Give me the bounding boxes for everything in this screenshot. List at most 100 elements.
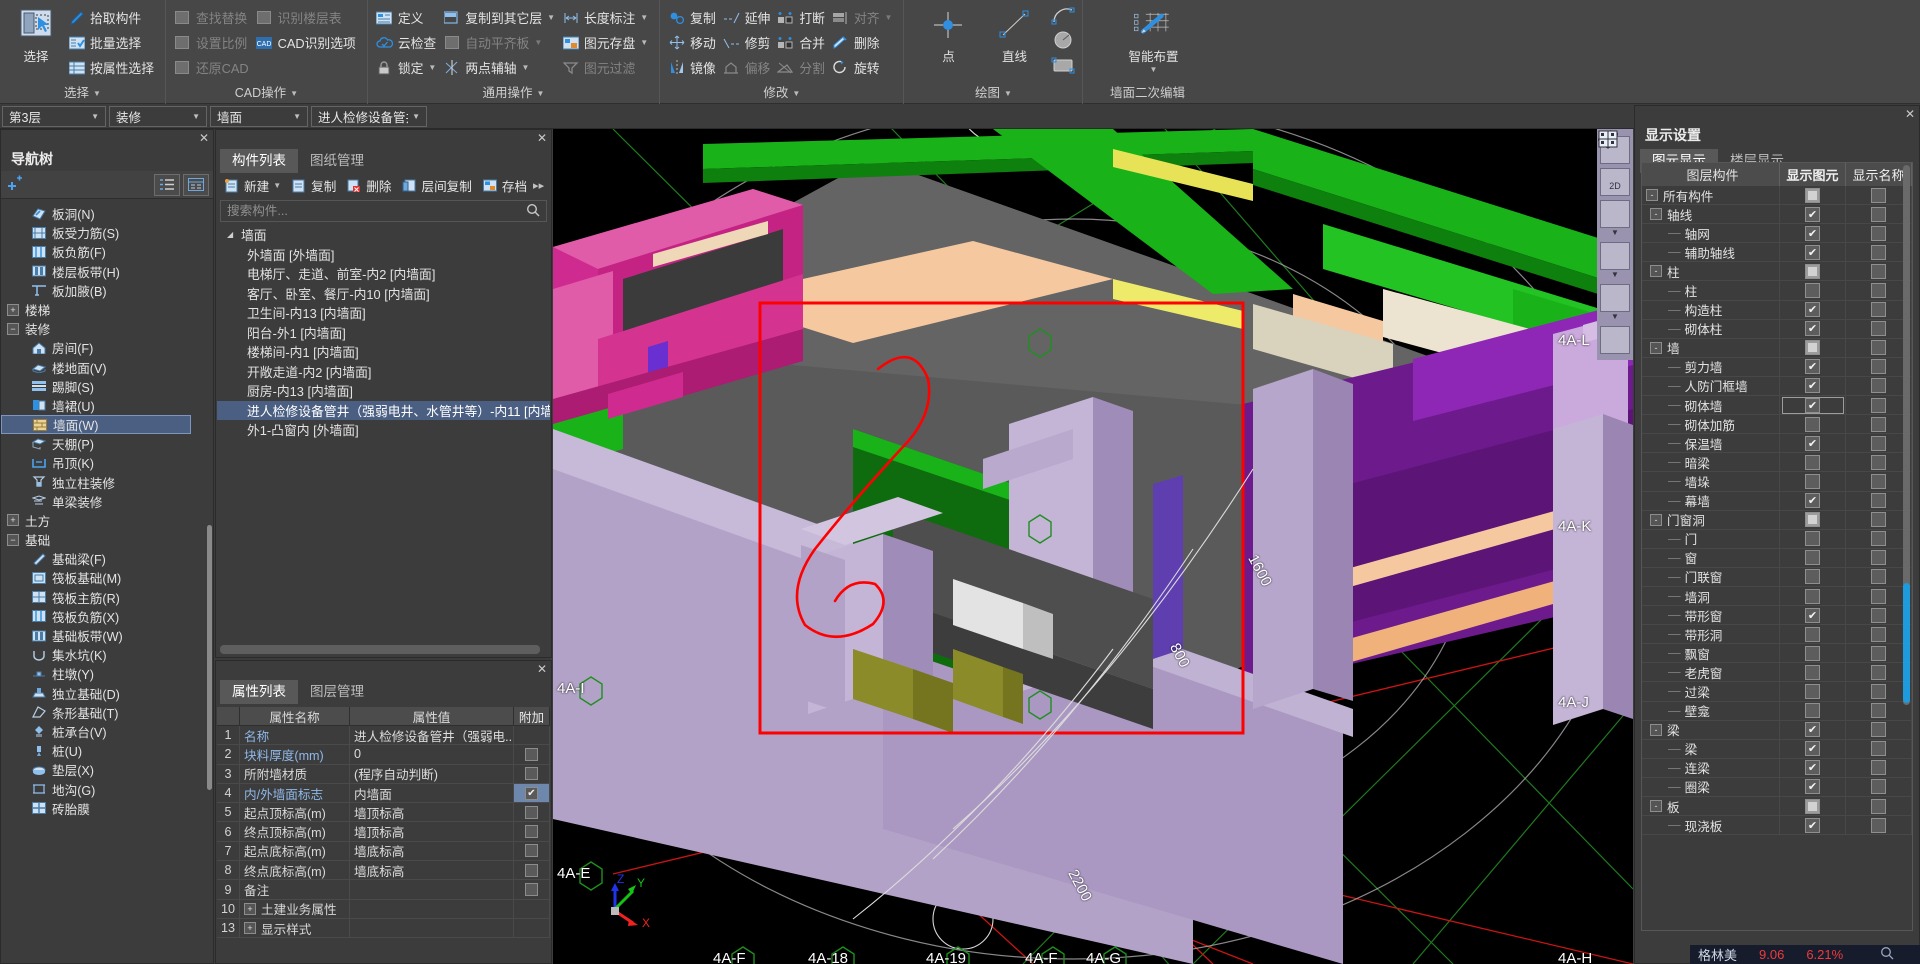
checkbox-unchecked[interactable] — [1871, 664, 1886, 680]
show-name-cell[interactable] — [1846, 758, 1912, 777]
model-viewport-3d[interactable]: Z Y X 4A-L 4A-K 4A-J 4A-H 4A-I 4A-E 4A-F… — [553, 129, 1633, 964]
delete-item[interactable]: 删除 — [830, 30, 898, 55]
navtree-items[interactable]: 板洞(N) 板受力筋(S) 板负筋(F) 楼层板带(H) 板加腋(B) + 楼梯 … — [1, 204, 213, 963]
attach-checkbox-checked[interactable]: ✔ — [525, 786, 538, 800]
attach-checkbox[interactable] — [525, 767, 538, 781]
expander-icon[interactable]: ◢ — [227, 230, 237, 239]
checkbox-unchecked[interactable] — [1805, 588, 1820, 604]
attach-checkbox[interactable] — [525, 805, 538, 819]
checkbox-checked[interactable]: ✔ — [1805, 779, 1820, 795]
list-item[interactable]: 外墙面 [外墙面] — [217, 245, 550, 265]
row-attach[interactable] — [514, 880, 550, 899]
nav-item[interactable]: 基础梁(F) — [1, 549, 213, 568]
row-property-value[interactable]: (程序自动判断) — [350, 764, 514, 783]
show-element-cell[interactable]: ✔ — [1780, 205, 1846, 224]
checkbox-partial[interactable] — [1805, 798, 1820, 814]
checkbox-unchecked[interactable] — [1871, 493, 1886, 509]
checkbox-unchecked[interactable] — [1871, 741, 1886, 757]
show-name-cell[interactable] — [1846, 777, 1912, 796]
table-row[interactable]: 13 + 显示样式 — [217, 918, 550, 939]
checkbox-unchecked[interactable] — [1871, 683, 1886, 699]
show-element-cell[interactable]: ✔ — [1780, 491, 1846, 510]
display-setting-row[interactable]: — 门联窗 — [1642, 567, 1912, 587]
add-star-icon[interactable] — [5, 175, 25, 194]
checkbox-unchecked[interactable] — [1871, 569, 1886, 585]
nav-item[interactable]: 板加腋(B) — [1, 281, 213, 300]
display-setting-row[interactable]: - 所有构件 — [1642, 186, 1912, 206]
row-property-value[interactable]: 内墙面 — [350, 783, 514, 803]
list-item[interactable]: 客厅、卧室、餐厅-内10 [内墙面] — [217, 284, 550, 304]
show-element-cell[interactable] — [1780, 529, 1846, 548]
display-setting-row[interactable]: - 门窗洞 — [1642, 510, 1912, 530]
checkbox-checked[interactable]: ✔ — [1805, 321, 1820, 337]
detail-view-icon[interactable] — [183, 173, 209, 196]
chevron-down-icon[interactable]: ▼ — [1611, 271, 1619, 280]
break-item[interactable]: 打断 — [775, 5, 830, 30]
expander-icon[interactable]: + — [7, 514, 19, 527]
show-element-cell[interactable]: ✔ — [1780, 243, 1846, 262]
display-setting-row[interactable]: — 壁龛 — [1642, 701, 1912, 721]
checkbox-unchecked[interactable] — [1871, 244, 1886, 260]
display-setting-row[interactable]: -墙 — [1642, 338, 1912, 358]
display-setting-row[interactable]: — 砌体柱 ✔ — [1642, 319, 1912, 339]
floor-selector[interactable]: 第3层 ▼ — [2, 105, 106, 127]
display-setting-row[interactable]: — 带形窗 ✔ — [1642, 606, 1912, 626]
show-element-cell[interactable]: ✔ — [1780, 396, 1846, 415]
tab-layer-management[interactable]: 图层管理 — [298, 680, 376, 704]
show-element-cell[interactable] — [1780, 586, 1846, 606]
display-setting-row[interactable]: — 圈梁 ✔ — [1642, 777, 1912, 797]
nav-item[interactable]: 板负筋(F) — [1, 242, 213, 261]
expander-icon[interactable]: - — [1650, 800, 1662, 813]
mirror-item[interactable]: 镜像 — [666, 55, 721, 80]
list-item[interactable]: 阳台-外1 [内墙面] — [217, 323, 550, 343]
display-setting-row[interactable]: — 暗梁 — [1642, 453, 1912, 473]
category-selector[interactable]: 墙面 ▼ — [210, 105, 308, 127]
grid-table-icon[interactable] — [1598, 130, 1630, 354]
show-element-cell[interactable] — [1780, 797, 1846, 816]
grid-rows[interactable]: - 所有构件 - 轴线 ✔ — 轴网 ✔ — 辅助轴线 ✔ - 柱 — 柱 — 构造柱 ✔ — 砌体柱 ✔ - 墙 — 剪力墙 ✔… — [1642, 186, 1912, 836]
show-element-cell[interactable] — [1780, 682, 1846, 701]
length-dimension-item[interactable]: 长度标注 ▼ — [560, 5, 653, 30]
box-solid-icon[interactable] — [1598, 130, 1630, 270]
show-name-cell[interactable] — [1846, 739, 1912, 758]
checkbox-checked[interactable]: ✔ — [1805, 760, 1820, 776]
search-input[interactable] — [220, 200, 547, 222]
checkbox-partial[interactable] — [1805, 187, 1820, 203]
checkbox-unchecked[interactable] — [1805, 531, 1820, 547]
set-scale-item[interactable]: 设置比例 — [172, 30, 254, 55]
nav-item-skirting[interactable]: 踢脚(S) — [1, 377, 213, 396]
checkbox-unchecked[interactable] — [1871, 760, 1886, 776]
nav-item[interactable]: 筏板主筋(R) — [1, 588, 213, 607]
attach-checkbox[interactable] — [525, 844, 538, 858]
checkbox-unchecked[interactable] — [1805, 683, 1820, 699]
close-icon[interactable]: ✕ — [199, 131, 209, 145]
row-property-value[interactable]: 墙顶标高 — [350, 822, 514, 841]
display-setting-row[interactable]: — 辅助轴线 ✔ — [1642, 243, 1912, 263]
cloud-check-item[interactable]: 云检查 — [374, 30, 442, 55]
checkbox-unchecked[interactable] — [1871, 302, 1886, 318]
checkbox-checked[interactable]: ✔ — [1805, 741, 1820, 757]
display-setting-row[interactable]: -板 — [1642, 797, 1912, 817]
tab-drawing-management[interactable]: 图纸管理 — [298, 149, 376, 173]
checkbox-unchecked[interactable] — [1871, 588, 1886, 604]
component-group-header[interactable]: ◢ 墙面 — [217, 225, 550, 245]
tab-property-list[interactable]: 属性列表 — [220, 680, 298, 704]
checkbox-checked[interactable]: ✔ — [1805, 359, 1820, 375]
inter-floor-copy-button[interactable]: 层间复制 — [397, 175, 475, 197]
show-element-cell[interactable]: ✔ — [1780, 434, 1846, 453]
show-element-cell[interactable] — [1780, 701, 1846, 720]
show-element-cell[interactable] — [1780, 186, 1846, 205]
show-element-cell[interactable] — [1780, 548, 1846, 567]
checkbox-unchecked[interactable] — [1871, 187, 1886, 203]
auto-align-slab-item[interactable]: 自动平齐板 ▼ — [441, 30, 560, 55]
checkbox-checked[interactable]: ✔ — [1805, 302, 1820, 318]
select-by-property-item[interactable]: 按属性选择 — [66, 55, 159, 80]
nav-item-wainscot[interactable]: 墙裙(U) — [1, 396, 213, 415]
checkbox-unchecked[interactable] — [1871, 206, 1886, 222]
list-item[interactable]: 厨房-内13 [内墙面] — [217, 381, 550, 401]
checkbox-unchecked[interactable] — [1805, 416, 1820, 432]
show-element-cell[interactable]: ✔ — [1780, 376, 1846, 396]
checkbox-unchecked[interactable] — [1805, 645, 1820, 661]
element-filter-item[interactable]: 图元过滤 — [560, 55, 653, 80]
nav-item[interactable]: 板洞(N) — [1, 204, 213, 223]
